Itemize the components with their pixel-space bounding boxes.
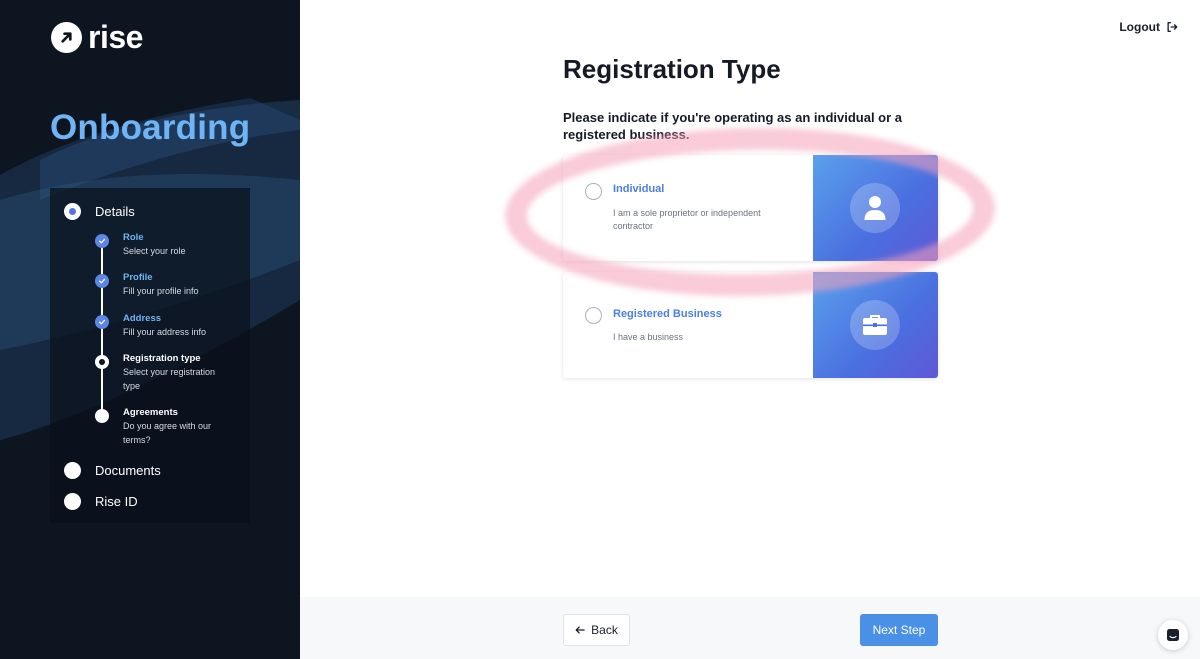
logout-icon (1167, 22, 1178, 32)
step-label: Documents (95, 463, 161, 478)
substep-desc: Select your role (123, 246, 186, 256)
substep-desc: Fill your profile info (123, 286, 199, 296)
substep-title: Profile (123, 272, 153, 283)
rise-logo[interactable]: rise (51, 19, 143, 55)
logout-button[interactable]: Logout (1119, 20, 1178, 34)
check-icon (95, 234, 109, 248)
page-subtitle: Please indicate if you're operating as a… (563, 110, 903, 142)
step-pending-indicator (64, 462, 81, 479)
page-title: Registration Type (563, 54, 781, 84)
user-icon (850, 183, 900, 233)
radio-button[interactable] (585, 307, 602, 324)
chat-icon (1167, 629, 1179, 641)
option-illustration (813, 272, 938, 378)
substep-title: Role (123, 232, 144, 243)
pending-step-icon (95, 409, 109, 423)
next-label: Next Step (872, 623, 926, 637)
option-description: I have a business (613, 332, 684, 342)
step-documents[interactable]: Documents (64, 462, 161, 479)
back-button[interactable]: Back (563, 614, 630, 646)
briefcase-icon (850, 300, 900, 350)
substep-title: Address (123, 313, 162, 324)
substep-desc: Fill your address info (123, 327, 207, 337)
check-icon (95, 315, 109, 329)
arrow-left-icon (575, 626, 585, 634)
substep-desc: Select your registration type (123, 367, 216, 391)
option-individual[interactable]: Individual I am a sole proprietor or ind… (563, 155, 938, 261)
substep-desc: Do you agree with our terms? (123, 421, 212, 445)
radio-button[interactable] (585, 183, 602, 200)
step-pending-indicator (64, 493, 81, 510)
step-label: Rise ID (95, 494, 138, 509)
option-description: I am a sole proprietor or independent co… (613, 208, 761, 231)
arrow-up-right-icon (51, 22, 82, 53)
option-registered-business[interactable]: Registered Business I have a business (563, 272, 938, 378)
onboarding-title: Onboarding (50, 108, 251, 147)
current-step-icon (95, 355, 109, 369)
logout-label: Logout (1119, 20, 1160, 34)
option-title: Individual (613, 183, 665, 195)
steps-panel: Details Role Select your role Profile Fi… (50, 188, 250, 523)
step-label: Details (95, 204, 135, 219)
sidebar: rise Onboarding Details Role Select your… (0, 0, 300, 659)
option-illustration (813, 155, 938, 261)
step-details[interactable]: Details (64, 203, 135, 220)
next-step-button[interactable]: Next Step (860, 614, 938, 646)
check-icon (95, 274, 109, 288)
footer-bar (300, 597, 1200, 659)
step-rise-id[interactable]: Rise ID (64, 493, 138, 510)
substep-title: Registration type (123, 353, 201, 364)
step-current-indicator (64, 203, 81, 220)
substep-title: Agreements (123, 407, 178, 418)
logo-text: rise (88, 19, 143, 55)
option-title: Registered Business (613, 308, 722, 320)
back-label: Back (591, 623, 618, 637)
chat-support-button[interactable] (1158, 620, 1188, 650)
